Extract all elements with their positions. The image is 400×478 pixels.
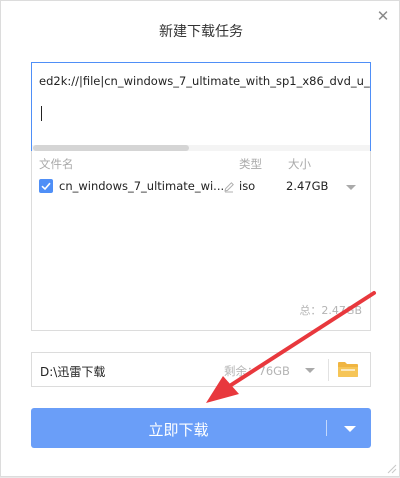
dialog-title: 新建下载任务 [159,24,243,40]
url-input-value: ed2k://|file|cn_windows_7_ultimate_with_… [39,74,371,88]
download-now-label: 立即下载 [148,421,209,439]
file-name: cn_windows_7_ultimate_wi... [59,179,225,193]
total-size: 总：2.47GB [299,304,362,317]
file-row[interactable]: cn_windows_7_ultimate_wi... iso 2.47GB [32,177,370,197]
file-size: 2.47GB [286,179,329,193]
column-header-type: 类型 [239,157,262,171]
folder-icon[interactable] [337,360,359,378]
url-input[interactable]: ed2k://|file|cn_windows_7_ultimate_with_… [31,62,371,152]
download-options-button[interactable] [327,408,371,448]
file-list-panel: 文件名 类型 大小 cn_windows_7_ultimate_wi... is… [31,151,371,331]
chevron-down-icon[interactable] [346,185,356,190]
file-checkbox[interactable] [39,179,53,193]
chevron-down-icon[interactable] [305,368,315,373]
check-icon [41,182,51,191]
save-path-value: D:\迅雷下载 [40,365,106,379]
new-download-dialog: 新建下载任务 ✕ ed2k://|file|cn_windows_7_ultim… [0,0,400,477]
column-header-name: 文件名 [39,157,74,171]
close-icon[interactable]: ✕ [376,9,390,24]
download-now-button[interactable]: 立即下载 [31,408,371,448]
resize-grip-icon[interactable] [383,460,397,474]
chevron-down-icon [344,426,356,432]
file-type: iso [239,179,256,193]
edit-pencil-icon[interactable] [222,180,236,194]
save-path-selector[interactable]: D:\迅雷下载 剩余：76GB [31,352,371,387]
divider [328,359,329,381]
column-header-size: 大小 [288,157,311,171]
free-space-label: 剩余：76GB [224,364,290,378]
text-caret [41,106,42,121]
